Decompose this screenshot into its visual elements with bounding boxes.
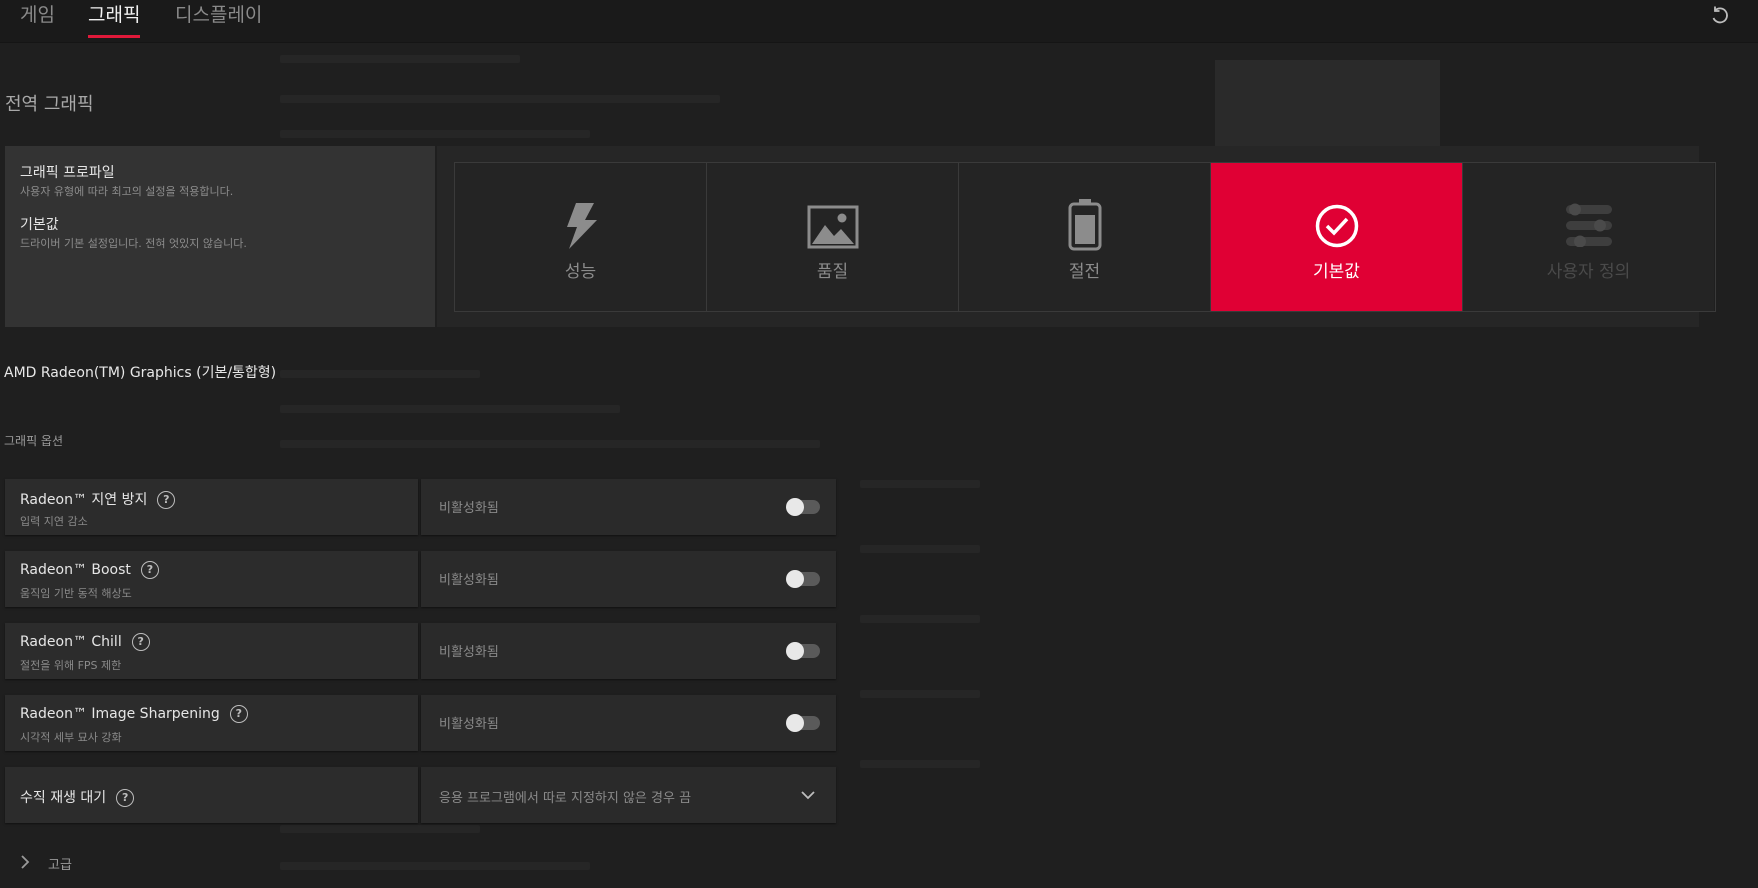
profile-card-label: 사용자 정의 — [1546, 262, 1631, 282]
image-sharpening-toggle[interactable] — [786, 714, 820, 732]
profile-current-sub: 드라이버 기본 설정입니다. 전혀 엇있지 않습니다. — [20, 237, 247, 250]
option-name: Radeon™ 지연 방지 — [20, 492, 148, 508]
chill-toggle[interactable] — [786, 642, 820, 660]
option-state: 비활성화됨 — [439, 573, 499, 588]
option-name: Radeon™ Image Sharpening — [20, 706, 220, 722]
option-row-image-sharpening: Radeon™ Image Sharpening? 시각적 세부 묘사 강화 비… — [5, 695, 836, 751]
profile-heading-sub: 사용자 유형에 따라 최고의 설정을 적용합니다. — [20, 185, 234, 198]
top-tab-bar: 게임 그래픽 디스플레이 — [0, 0, 1758, 43]
tab-game[interactable]: 게임 — [20, 0, 55, 42]
gpu-name: AMD Radeon(TM) Graphics (기본/통합형) — [4, 365, 277, 381]
sliders-icon — [1565, 203, 1612, 251]
chevron-right-icon — [18, 854, 32, 874]
advanced-label: 고급 — [48, 858, 72, 873]
profile-card-label: 성능 — [564, 262, 597, 282]
profile-card-label: 절전 — [1068, 262, 1101, 282]
option-row-chill: Radeon™ Chill? 절전을 위해 FPS 제한 비활성화됨 — [5, 623, 836, 679]
battery-icon — [1068, 199, 1102, 255]
profile-card-power-saving[interactable]: 절전 — [959, 163, 1211, 311]
lightning-icon — [564, 203, 598, 253]
boost-toggle[interactable] — [786, 570, 820, 588]
anti-lag-toggle[interactable] — [786, 498, 820, 516]
option-state: 비활성화됨 — [439, 501, 499, 516]
option-description: 입력 지연 감소 — [20, 515, 88, 528]
option-description: 움직임 기반 동적 해상도 — [20, 587, 132, 600]
background-ghost — [0, 0, 1758, 888]
option-row-vsync: 수직 재생 대기? 응용 프로그램에서 따로 지정하지 않은 경우 끔 — [5, 767, 836, 823]
option-state: 비활성화됨 — [439, 645, 499, 660]
vsync-selected-value: 응용 프로그램에서 따로 지정하지 않은 경우 끔 — [439, 791, 692, 806]
help-icon[interactable]: ? — [140, 561, 159, 579]
profile-card-label: 기본값 — [1313, 262, 1360, 282]
option-description: 시각적 세부 묘사 강화 — [20, 731, 122, 744]
vsync-dropdown[interactable]: 응용 프로그램에서 따로 지정하지 않은 경우 끔 — [421, 767, 836, 823]
profile-heading: 그래픽 프로파일 — [20, 165, 115, 181]
section-title: 전역 그래픽 — [5, 94, 94, 115]
option-row-boost: Radeon™ Boost? 움직임 기반 동적 해상도 비활성화됨 — [5, 551, 836, 607]
profile-card-quality[interactable]: 품질 — [707, 163, 959, 311]
profile-card-label: 품질 — [816, 262, 849, 282]
option-name: Radeon™ Chill — [20, 634, 122, 650]
option-row-anti-lag: Radeon™ 지연 방지? 입력 지연 감소 비활성화됨 — [5, 479, 836, 535]
profile-card-default[interactable]: 기본값 — [1211, 163, 1463, 311]
profile-card-custom: 사용자 정의 — [1463, 163, 1714, 311]
option-name: Radeon™ Boost — [20, 562, 131, 578]
option-state: 비활성화됨 — [439, 717, 499, 732]
reset-icon[interactable] — [1708, 4, 1732, 28]
help-icon[interactable]: ? — [131, 633, 150, 651]
profile-info-panel: 그래픽 프로파일 사용자 유형에 따라 최고의 설정을 적용합니다. 기본값 드… — [5, 146, 435, 327]
option-name: 수직 재생 대기 — [20, 790, 107, 806]
image-icon — [807, 205, 859, 253]
help-icon[interactable]: ? — [116, 789, 135, 807]
tab-graphics[interactable]: 그래픽 — [88, 0, 141, 42]
profile-card-performance[interactable]: 성능 — [455, 163, 707, 311]
profile-cards: 성능 품질 절전 기본값 사용자 정의 — [454, 162, 1716, 312]
profile-current: 기본값 — [20, 217, 59, 233]
options-title: 그래픽 옵션 — [4, 434, 64, 448]
checkmark-circle-icon — [1314, 203, 1360, 253]
option-description: 절전을 위해 FPS 제한 — [20, 659, 122, 672]
tab-display[interactable]: 디스플레이 — [175, 0, 262, 42]
chevron-down-icon[interactable] — [800, 787, 816, 803]
help-icon[interactable]: ? — [229, 705, 248, 723]
help-icon[interactable]: ? — [157, 491, 176, 509]
